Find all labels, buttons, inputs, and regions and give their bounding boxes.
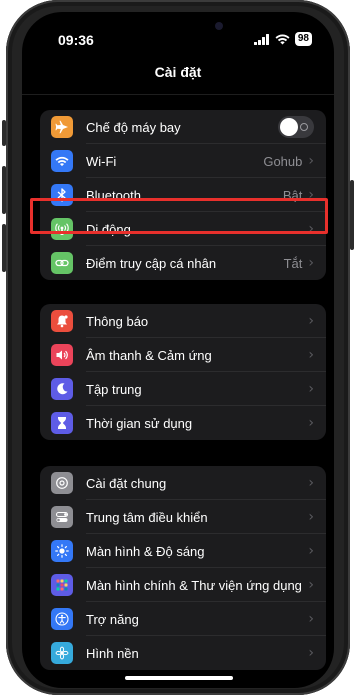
chevron-right-icon: › [308, 645, 314, 661]
toggle-knob [280, 118, 298, 136]
wifi-status-icon [275, 34, 290, 44]
highlight-box [30, 198, 328, 234]
chevron-right-icon: › [308, 611, 314, 627]
settings-row-value: Gohub [263, 153, 303, 169]
moon-icon [51, 378, 73, 400]
settings-row-wallpaper[interactable]: Hình nền › [40, 636, 326, 670]
status-bar: 09:36 98 [22, 28, 334, 52]
chevron-right-icon: › [308, 381, 314, 397]
chevron-right-icon: › [308, 347, 314, 363]
settings-row-label: Màn hình chính & Thư viện ứng dụng [86, 577, 302, 593]
chevron-right-icon: › [308, 313, 314, 329]
settings-row-label: Điểm truy cập cá nhân [86, 255, 217, 271]
settings-row-label: Tập trung [86, 381, 142, 397]
link-icon [51, 252, 73, 274]
settings-row-label: Màn hình & Độ sáng [86, 543, 205, 559]
gear-icon [51, 472, 73, 494]
settings-row-label: Thời gian sử dụng [86, 415, 193, 431]
settings-row-notifications[interactable]: Thông báo › [40, 304, 326, 338]
settings-row-value: Tắt [283, 255, 303, 271]
settings-row-label: Âm thanh & Cảm ứng [86, 347, 212, 363]
settings-row-personal-hotspot[interactable]: Điểm truy cập cá nhân Tắt › [40, 246, 326, 280]
airplane-icon [51, 116, 73, 138]
settings-row-label: Hình nền [86, 645, 139, 661]
chevron-right-icon: › [308, 153, 314, 169]
settings-row-sounds-haptics[interactable]: Âm thanh & Cảm ứng › [40, 338, 326, 372]
settings-row-airplane-mode[interactable]: Chế độ máy bay [40, 110, 326, 144]
settings-row-label: Wi-Fi [86, 153, 117, 169]
airplane-mode-toggle[interactable] [278, 116, 314, 138]
volume-up-button [2, 166, 6, 214]
settings-row-label: Thông báo [86, 313, 149, 329]
settings-group-notifications: Thông báo › Âm thanh & Cảm ứng › Tập tru… [40, 304, 326, 440]
chevron-right-icon: › [308, 577, 314, 593]
chevron-right-icon: › [308, 415, 314, 431]
settings-row-label: Cài đặt chung [86, 475, 167, 491]
wifi-icon [51, 150, 73, 172]
chevron-right-icon: › [308, 543, 314, 559]
accessibility-icon [51, 608, 73, 630]
switches-icon [51, 506, 73, 528]
settings-group-connectivity: Chế độ máy bay Wi-Fi Gohub › Bluetooth B… [40, 110, 326, 280]
settings-row-label: Chế độ máy bay [86, 119, 181, 135]
home-indicator [125, 676, 233, 680]
app-grid-icon [51, 574, 73, 596]
settings-row-accessibility[interactable]: Trợ năng › [40, 602, 326, 636]
volume-down-button [2, 224, 6, 272]
settings-row-display-brightness[interactable]: Màn hình & Độ sáng › [40, 534, 326, 568]
settings-row-focus[interactable]: Tập trung › [40, 372, 326, 406]
settings-group-general: Cài đặt chung › Trung tâm điều khiển › M… [40, 466, 326, 670]
sun-icon [51, 540, 73, 562]
status-time: 09:36 [58, 32, 94, 48]
chevron-right-icon: › [308, 255, 314, 271]
settings-row-label: Trợ năng [86, 611, 139, 627]
flower-icon [51, 642, 73, 664]
screen: 09:36 98 Cài đặt Chế độ máy bay Wi-Fi Go… [22, 12, 334, 688]
header-divider [22, 94, 334, 95]
chevron-right-icon: › [308, 509, 314, 525]
settings-row-label: Trung tâm điều khiển [86, 509, 208, 525]
signal-icon [253, 33, 269, 45]
mute-switch [2, 120, 6, 146]
page-title: Cài đặt [154, 64, 202, 80]
status-right: 98 [253, 32, 312, 46]
settings-row-wifi[interactable]: Wi-Fi Gohub › [40, 144, 326, 178]
toggle-off-indicator [300, 123, 308, 131]
settings-row-screen-time[interactable]: Thời gian sử dụng › [40, 406, 326, 440]
hourglass-icon [51, 412, 73, 434]
battery-indicator: 98 [294, 32, 312, 46]
bell-icon [51, 310, 73, 332]
speaker-icon [51, 344, 73, 366]
power-button [350, 180, 354, 250]
settings-row-general[interactable]: Cài đặt chung › [40, 466, 326, 500]
settings-row-home-screen[interactable]: Màn hình chính & Thư viện ứng dụng › [40, 568, 326, 602]
settings-row-control-center[interactable]: Trung tâm điều khiển › [40, 500, 326, 534]
chevron-right-icon: › [308, 475, 314, 491]
